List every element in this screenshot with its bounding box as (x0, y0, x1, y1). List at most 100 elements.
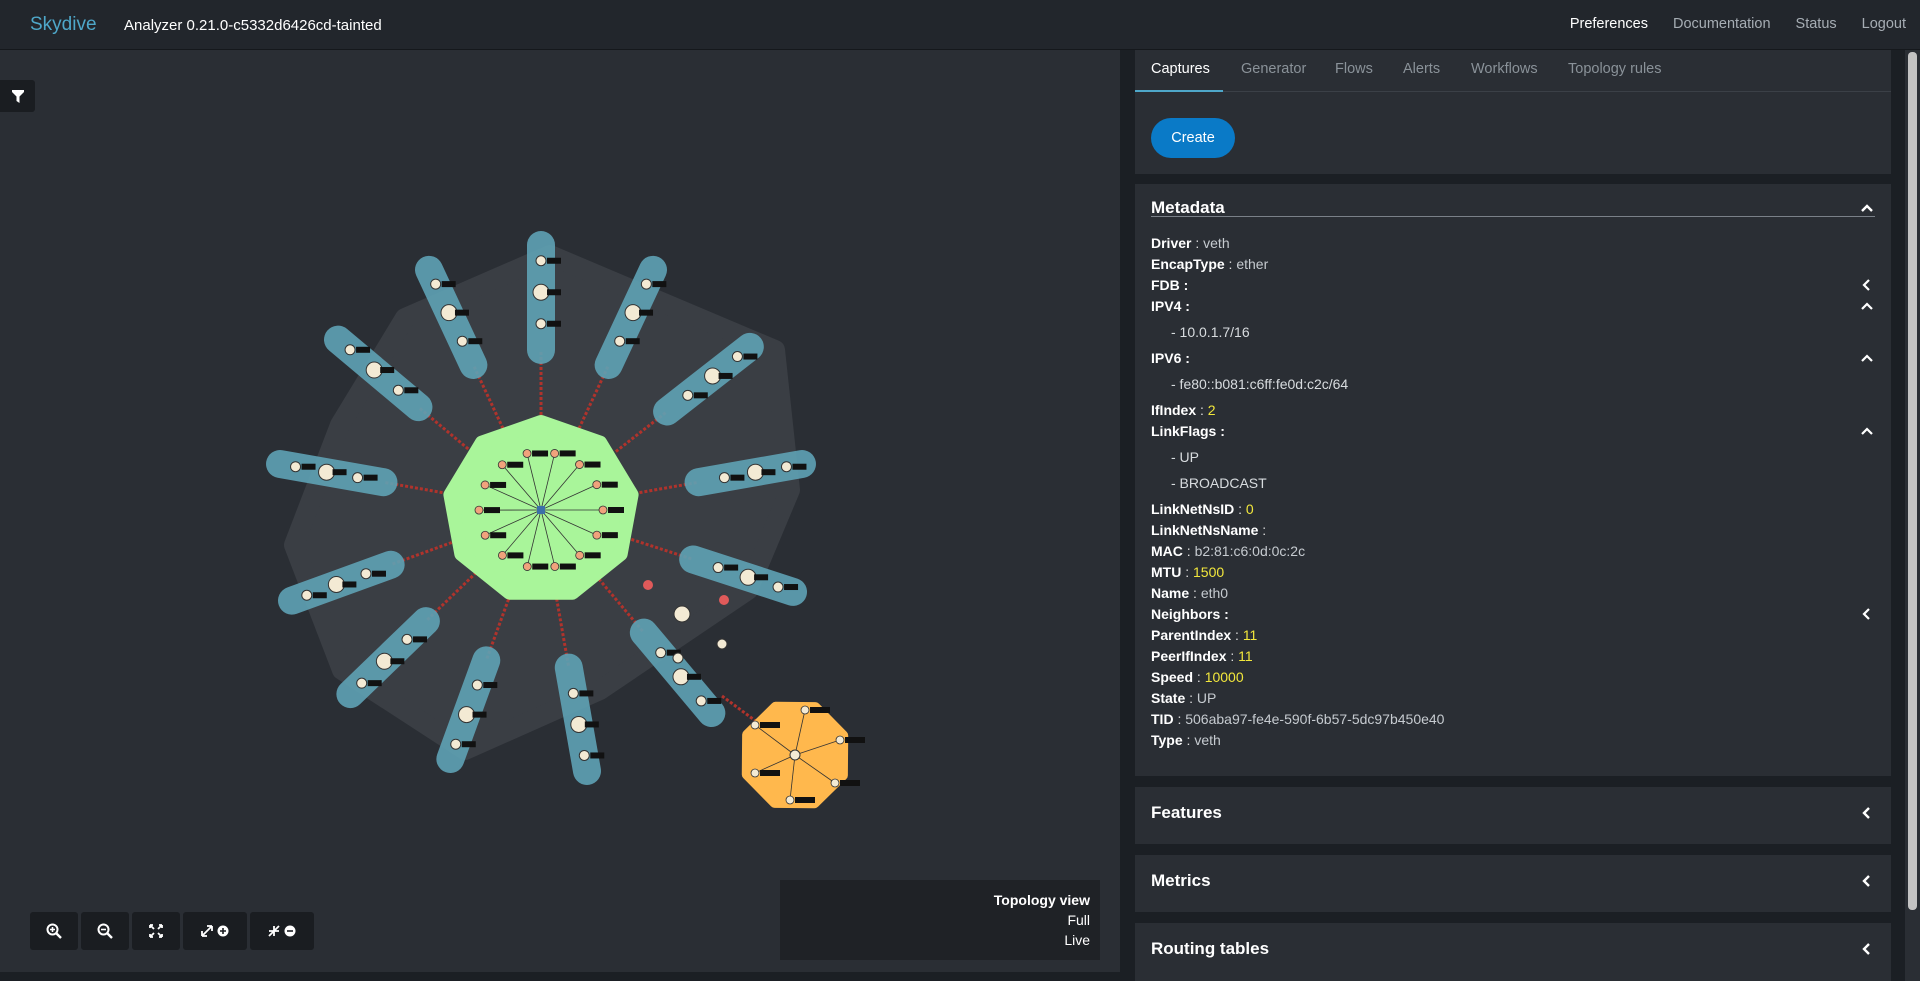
interface-node (655, 647, 667, 659)
meta-linkflags[interactable]: LinkFlags : (1151, 423, 1225, 439)
interface-node (360, 568, 372, 580)
node-label (810, 707, 830, 713)
node-label (490, 481, 507, 488)
nav-status[interactable]: Status (1796, 16, 1837, 32)
bridge-port-node (497, 460, 507, 470)
switch-port-node (835, 735, 845, 745)
analyzer-version: Analyzer 0.21.0-c5332d6426cd-tainted (124, 17, 382, 34)
bridge-port-node (592, 480, 602, 490)
bridge-port-node (522, 562, 532, 571)
node-label (743, 353, 758, 360)
node-label (590, 752, 605, 759)
collapse-all-button[interactable] (250, 912, 314, 950)
interface-node (352, 472, 364, 484)
meta-ipv4[interactable]: IPV4 : (1151, 298, 1190, 314)
scrollbar-thumb[interactable] (1908, 52, 1917, 910)
legend-filter: Full (1067, 912, 1090, 928)
metrics-title[interactable]: Metrics (1151, 871, 1211, 891)
tab-flows[interactable]: Flows (1335, 61, 1373, 77)
fit-to-screen-button[interactable] (132, 912, 180, 950)
node-label (490, 532, 507, 539)
meta-parentindex: ParentIndex : 11 (1151, 627, 1258, 643)
create-capture-button[interactable]: Create (1151, 118, 1235, 158)
expand-all-button[interactable] (183, 912, 247, 950)
metadata-title[interactable]: Metadata (1151, 198, 1225, 218)
chevron-up-icon[interactable] (1859, 350, 1875, 366)
chevron-up-icon[interactable] (1859, 298, 1875, 314)
node-label (507, 461, 524, 468)
switch-port-node (750, 768, 760, 778)
chevron-left-icon[interactable] (1859, 873, 1875, 889)
tab-workflows[interactable]: Workflows (1471, 61, 1538, 77)
features-title[interactable]: Features (1151, 803, 1222, 823)
service-node (719, 595, 729, 605)
chevron-left-icon[interactable] (1859, 941, 1875, 957)
nav-preferences[interactable]: Preferences (1570, 16, 1648, 32)
node-label (547, 289, 561, 296)
bridge-port-node (474, 505, 484, 515)
filter-button[interactable] (0, 80, 35, 112)
active-tab-indicator (1135, 90, 1223, 92)
tab-alerts[interactable]: Alerts (1403, 61, 1440, 77)
topology-panel[interactable]: Topology view Full Live (0, 50, 1120, 972)
routing-tables-title[interactable]: Routing tables (1151, 939, 1269, 959)
chevron-left-icon[interactable] (1859, 277, 1875, 293)
metrics-card[interactable]: Metrics (1135, 855, 1891, 912)
nav-documentation[interactable]: Documentation (1673, 16, 1771, 32)
tab-topology-rules[interactable]: Topology rules (1568, 61, 1662, 77)
meta-encaptype: EncapType : ether (1151, 256, 1269, 272)
interface-node (356, 677, 368, 689)
interface-node (712, 562, 724, 574)
tab-generator[interactable]: Generator (1241, 61, 1306, 77)
bridge-port-node (575, 550, 585, 560)
bridge-port-node (550, 562, 560, 571)
topology-graph[interactable] (0, 50, 1120, 972)
meta-ipv6[interactable]: IPV6 : (1151, 350, 1190, 366)
top-navbar: Skydive Analyzer 0.21.0-c5332d6426cd-tai… (0, 0, 1920, 50)
node-label (761, 469, 776, 476)
node-label (579, 690, 594, 697)
interface-node (535, 255, 547, 267)
tab-captures[interactable]: Captures (1151, 61, 1210, 77)
features-card[interactable]: Features (1135, 787, 1891, 844)
right-panel: Captures Generator Flows Alerts Workflow… (1133, 50, 1920, 981)
meta-neighbors[interactable]: Neighbors : (1151, 606, 1229, 622)
node-label (625, 338, 640, 345)
node-label (507, 552, 524, 559)
legend-title: Topology view (993, 892, 1090, 908)
tab-bar: Captures Generator Flows Alerts Workflow… (1135, 50, 1891, 92)
interface-node (739, 568, 757, 586)
chevron-left-icon[interactable] (1859, 606, 1875, 622)
chevron-up-icon[interactable] (1859, 200, 1875, 216)
node-label (601, 532, 618, 539)
meta-ifindex: IfIndex : 2 (1151, 402, 1216, 418)
interface-node (375, 652, 393, 670)
chevron-left-icon[interactable] (1859, 805, 1875, 821)
node-label (342, 581, 357, 588)
legend-mode: Live (1064, 932, 1090, 948)
node-label (792, 463, 807, 470)
interface-node (624, 304, 642, 322)
switch-port-node (750, 720, 760, 730)
interface-node (672, 652, 684, 664)
node-label (760, 722, 780, 728)
zoom-out-button[interactable] (81, 912, 129, 950)
meta-linknetnsid: LinkNetNsID : 0 (1151, 501, 1254, 517)
chevron-up-icon[interactable] (1859, 423, 1875, 439)
node-label (608, 507, 624, 513)
node-label (332, 469, 347, 476)
switch-port-node (800, 705, 810, 715)
node-label (754, 574, 769, 581)
bridge-port-node (550, 449, 560, 458)
meta-fdb[interactable]: FDB : (1151, 277, 1188, 293)
node-label (356, 346, 371, 353)
node-label (472, 711, 487, 718)
nav-logout[interactable]: Logout (1862, 16, 1906, 32)
node-label (724, 564, 739, 571)
routing-tables-card[interactable]: Routing tables (1135, 923, 1891, 981)
brand-logo[interactable]: Skydive (30, 14, 97, 36)
meta-linknetnsname: LinkNetNsName : (1151, 522, 1267, 538)
zoom-in-button[interactable] (30, 912, 78, 950)
topology-legend: Topology view Full Live (780, 880, 1100, 960)
node-label (483, 682, 498, 689)
